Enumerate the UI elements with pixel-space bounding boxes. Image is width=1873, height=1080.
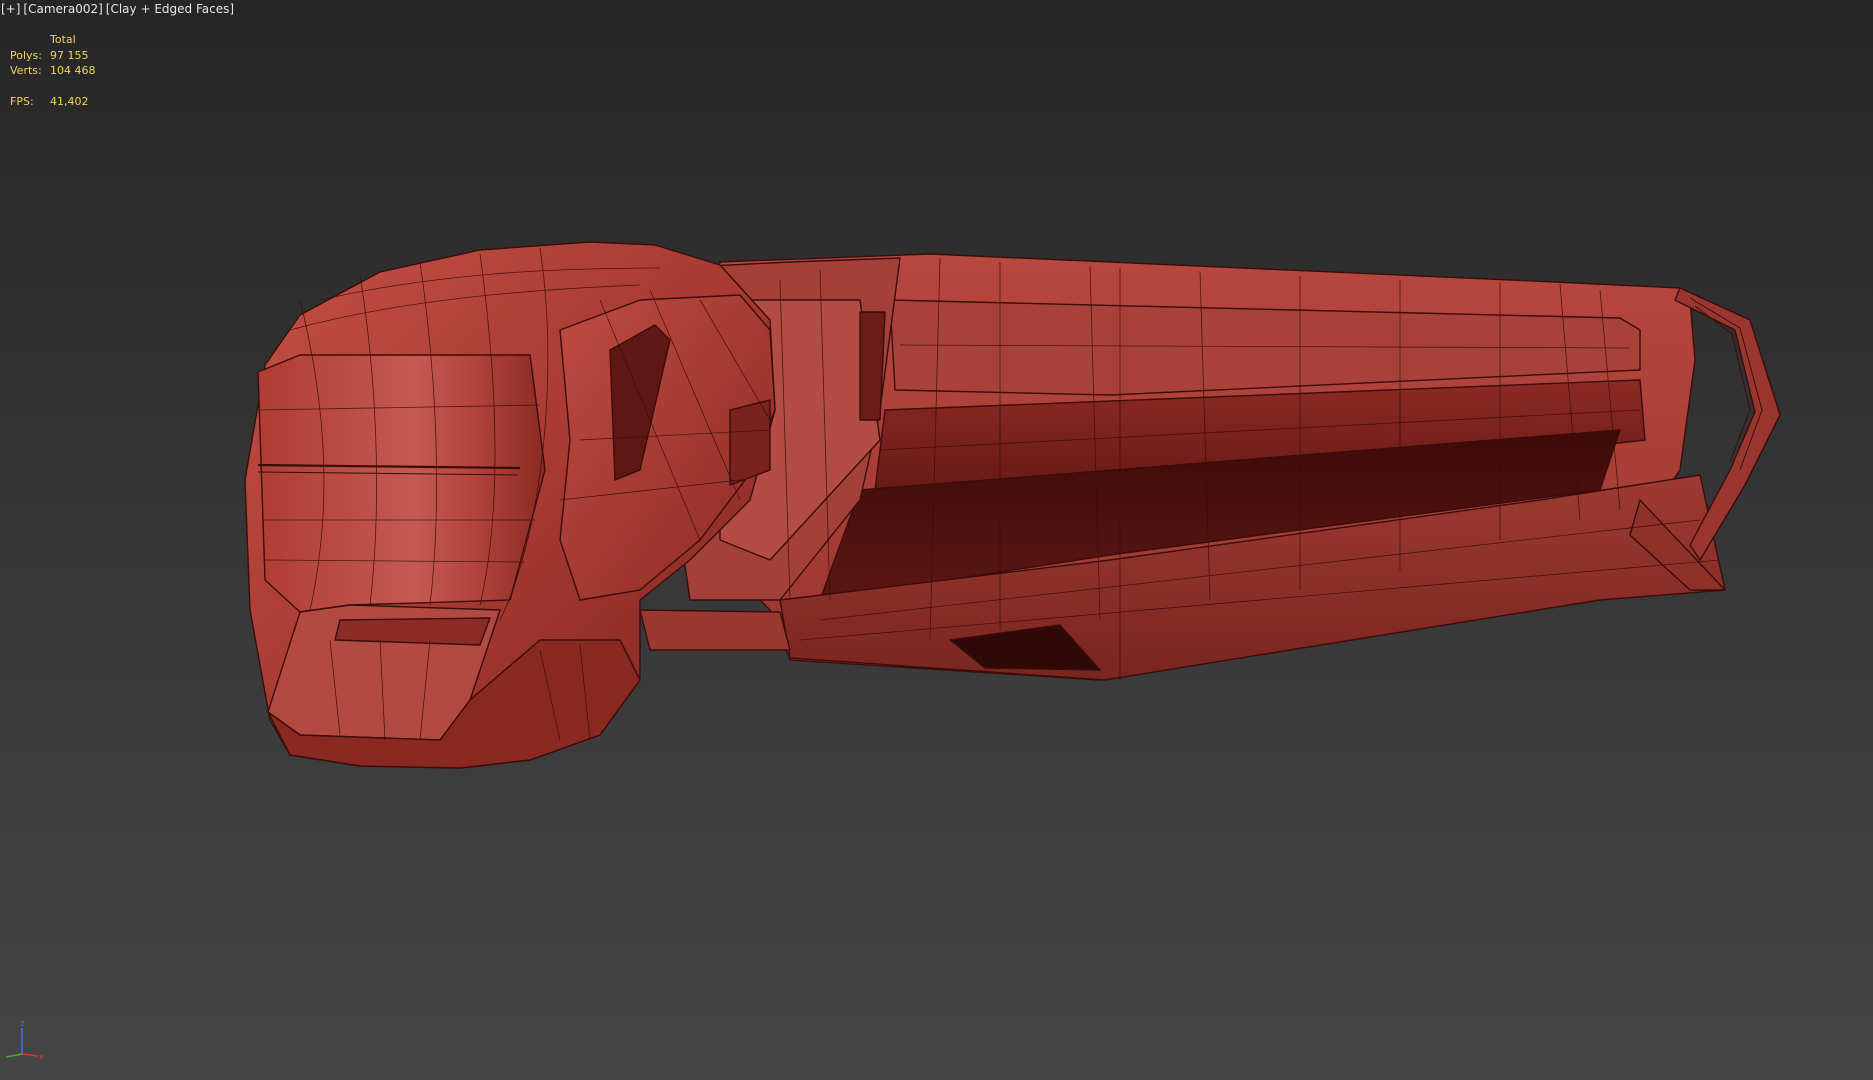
3d-viewport[interactable]: [+] [Camera002] [Clay + Edged Faces] Tot… [0,0,1873,1080]
red-mesh-model[interactable] [0,0,1873,1080]
axis-x-label: x [39,1052,44,1061]
axis-z-label: z [20,1019,24,1028]
head-section [244,241,776,769]
axis-tripod-icon: z x [5,1019,44,1061]
